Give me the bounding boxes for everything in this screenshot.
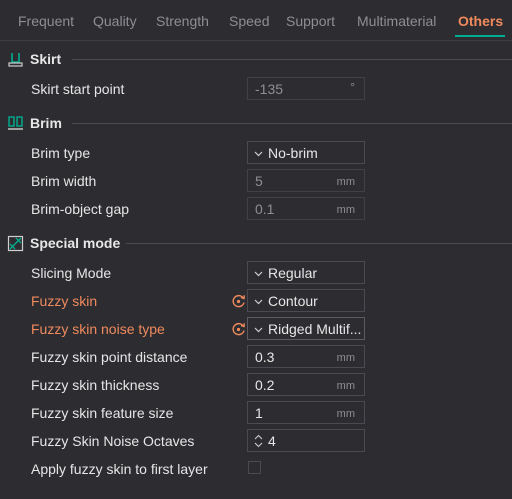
select-value: No-brim: [268, 145, 318, 161]
section-skirt: Skirt: [0, 47, 512, 71]
spinner-arrows-icon[interactable]: [254, 434, 263, 448]
select-value: Regular: [268, 265, 318, 281]
apply-fuzzy-first-layer-label: Apply fuzzy skin to first layer: [31, 461, 208, 477]
fuzzy-skin-select[interactable]: Contour: [247, 289, 365, 312]
chevron-down-icon: [254, 299, 263, 305]
fuzzy-skin-thickness-field[interactable]: 0.2 mm: [247, 373, 365, 396]
brim-type-select[interactable]: No-brim: [247, 141, 365, 164]
fuzzy-skin-noise-octaves-label: Fuzzy Skin Noise Octaves: [31, 433, 195, 449]
special-mode-icon: [7, 235, 24, 252]
brim-icon: [8, 116, 23, 130]
fuzzy-skin-label: Fuzzy skin: [31, 293, 98, 309]
fuzzy-skin-thickness-label: Fuzzy skin thickness: [31, 377, 160, 393]
section-special-mode: Special mode: [0, 231, 512, 255]
fuzzy-skin-feature-size-field[interactable]: 1 mm: [247, 401, 365, 424]
reset-icon[interactable]: [231, 293, 247, 309]
fuzzy-skin-point-distance-label: Fuzzy skin point distance: [31, 349, 188, 365]
section-brim: Brim: [0, 111, 512, 135]
skirt-icon: [8, 53, 23, 67]
tab-others[interactable]: Others: [458, 13, 503, 29]
section-title: Skirt: [30, 51, 62, 67]
section-title: Brim: [30, 115, 62, 131]
field-unit: mm: [336, 380, 355, 392]
field-value: 0.3: [255, 349, 275, 365]
fuzzy-skin-noise-type-label: Fuzzy skin noise type: [31, 321, 165, 337]
field-value: 0.1: [255, 201, 275, 217]
field-unit: mm: [336, 176, 355, 188]
field-value: 5: [255, 173, 263, 189]
fuzzy-skin-feature-size-label: Fuzzy skin feature size: [31, 405, 174, 421]
field-unit: mm: [336, 352, 355, 364]
section-divider: [126, 243, 512, 244]
tab-multimaterial[interactable]: Multimaterial: [357, 13, 436, 29]
field-value: 0.2: [255, 377, 275, 393]
tab-strength[interactable]: Strength: [156, 13, 209, 29]
field-value: -135: [255, 81, 284, 97]
brim-width-label: Brim width: [31, 173, 97, 189]
section-divider: [72, 123, 512, 124]
brim-width-field[interactable]: 5 mm: [247, 169, 365, 192]
field-value: 1: [255, 405, 263, 421]
chevron-down-icon: [254, 271, 263, 277]
fuzzy-skin-noise-type-select[interactable]: Ridged Multif...: [247, 317, 365, 340]
reset-icon[interactable]: [231, 321, 247, 337]
tab-support[interactable]: Support: [286, 13, 335, 29]
tab-frequent[interactable]: Frequent: [18, 13, 74, 29]
settings-tab-bar: Frequent Quality Strength Speed Support …: [0, 0, 512, 41]
field-value: 4: [268, 433, 276, 449]
fuzzy-skin-noise-octaves-spinner[interactable]: 4: [247, 429, 365, 452]
brim-object-gap-field[interactable]: 0.1 mm: [247, 197, 365, 220]
section-divider: [72, 59, 512, 60]
section-title: Special mode: [30, 235, 121, 251]
chevron-down-icon: [254, 327, 263, 333]
select-value: Contour: [268, 293, 318, 309]
tab-quality[interactable]: Quality: [93, 13, 137, 29]
select-value: Ridged Multif...: [268, 321, 362, 337]
brim-object-gap-label: Brim-object gap: [31, 201, 130, 217]
active-tab-indicator: [455, 35, 505, 37]
skirt-start-point-field[interactable]: -135 °: [247, 77, 365, 100]
tab-speed[interactable]: Speed: [229, 13, 269, 29]
chevron-down-icon: [254, 151, 263, 157]
apply-fuzzy-first-layer-checkbox[interactable]: [248, 461, 261, 474]
field-unit: mm: [336, 204, 355, 216]
slicing-mode-label: Slicing Mode: [31, 265, 112, 281]
field-unit: °: [350, 80, 355, 94]
skirt-start-point-label: Skirt start point: [31, 81, 125, 97]
brim-type-label: Brim type: [31, 145, 91, 161]
field-unit: mm: [336, 408, 355, 420]
slicing-mode-select[interactable]: Regular: [247, 261, 365, 284]
fuzzy-skin-point-distance-field[interactable]: 0.3 mm: [247, 345, 365, 368]
